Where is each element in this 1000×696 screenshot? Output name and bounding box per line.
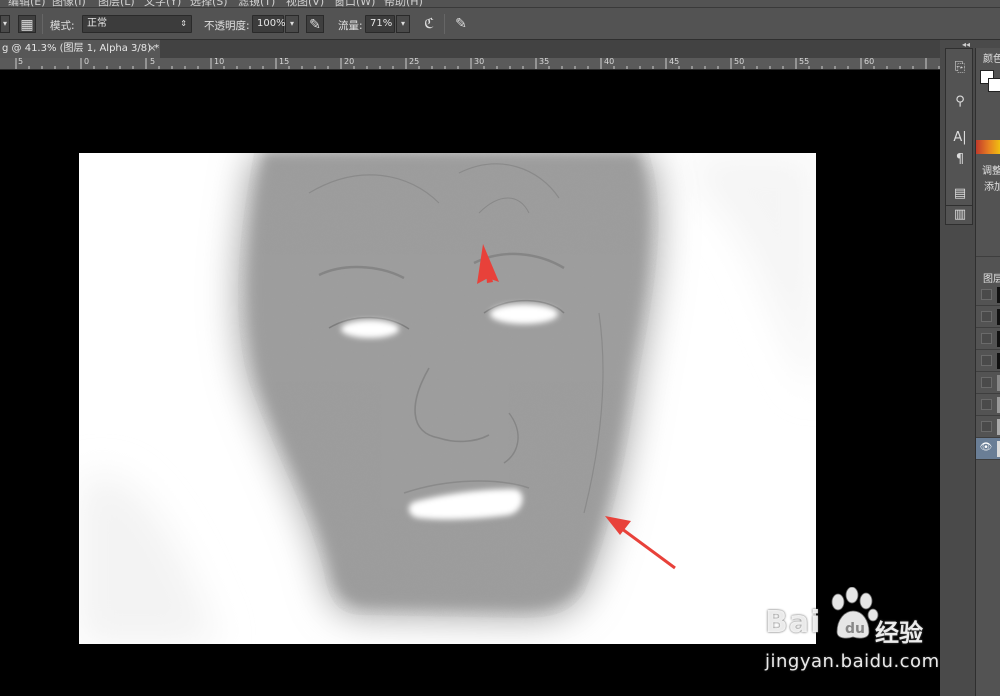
options-bar: ▾ ▦ 模式: 正常 ⇕ 不透明度: 100% ▾ ✎ 流量: 71% ▾ ℭ … [0,8,1000,40]
updown-icon: ⇕ [180,19,187,28]
visibility-toggle[interactable] [981,333,992,344]
close-tab-icon[interactable]: × [148,40,156,58]
background-color-swatch[interactable] [988,78,1000,92]
visibility-toggle[interactable] [981,399,992,410]
properties-icon[interactable]: ▤ [950,185,970,203]
flow-slider-button[interactable]: ▾ [396,15,410,33]
visibility-toggle[interactable] [981,421,992,432]
layer-row[interactable] [976,394,1000,416]
layer-row[interactable] [976,284,1000,306]
ruler-label: 5 [150,58,156,66]
ruler-label: 20 [344,58,355,66]
history-icon[interactable]: ⎘ [950,59,970,77]
flow-input[interactable]: 71% [365,15,395,33]
airbrush-icon[interactable]: ℭ [420,15,438,33]
ruler-label: 45 [669,58,680,66]
flow-value: 71% [370,18,393,29]
paragraph-icon[interactable]: ¶ [950,151,970,169]
color-panel-title: 颜色 [983,54,1000,65]
separator [444,14,445,34]
baidu-jingyan-watermark: du Bai 经验 jingyan.baidu.com [765,585,955,690]
menu-type[interactable]: 文字(Y) [144,0,181,7]
menu-help[interactable]: 帮助(H) [384,0,423,7]
layers-panel-title: 图层 [983,274,1000,285]
ruler-label: 25 [409,58,420,66]
pressure-opacity-icon[interactable]: ✎ [306,15,324,33]
menu-layer[interactable]: 图层(L) [98,0,135,7]
mode-value: 正常 [87,18,107,29]
menu-select[interactable]: 选择(S) [190,0,228,7]
panel-icon-column-lower: ▥ [945,205,973,225]
layers-panel: 图层 👁 [975,256,1000,696]
adjustments-add-label: 添加 [984,182,1000,193]
color-panel: 颜色 调整 添加 [975,48,1000,268]
separator [42,14,43,34]
opacity-slider-button[interactable]: ▾ [285,15,299,33]
brush-preset-icon[interactable]: ⚲ [950,93,970,111]
watermark-brand: Bai [765,605,822,640]
layers-header-spacer [976,256,1000,257]
visibility-toggle[interactable] [981,311,992,322]
ruler-label: 55 [799,58,810,66]
notes-icon[interactable]: ▥ [950,206,970,224]
tool-preset-dropdown[interactable]: ▾ [0,15,10,33]
opacity-value: 100% [257,18,286,29]
ruler-label: 40 [604,58,615,66]
menu-edit[interactable]: 编辑(E) [8,0,46,7]
ruler-label: 0 [84,58,90,66]
opacity-input[interactable]: 100% [252,15,286,33]
ruler-label: 50 [734,58,745,66]
character-icon[interactable]: A| [950,129,970,147]
menu-view[interactable]: 视图(V) [286,0,324,7]
watermark-brand-cn: 经验 [875,619,923,647]
ruler-label: 10 [214,58,225,66]
flow-label: 流量: [338,20,363,32]
visibility-toggle[interactable] [981,355,992,366]
mode-label: 模式: [50,20,75,32]
visibility-toggle[interactable] [981,377,992,388]
eye-icon[interactable]: 👁 [979,442,993,454]
svg-text:du: du [845,621,865,637]
layer-row[interactable] [976,328,1000,350]
opacity-label: 不透明度: [204,20,250,32]
document-tab-title: g @ 41.3% (图层 1, Alpha 3/8) * [2,43,160,54]
menu-bar: 编辑(E) 图像(I) 图层(L) 文字(Y) 选择(S) 滤镜(T) 视图(V… [0,0,1000,8]
layer-row-active[interactable]: 👁 [976,438,1000,460]
baidu-paw-logo: du [831,587,879,639]
layer-row[interactable] [976,372,1000,394]
alpha-channel-image [79,153,816,644]
mode-select[interactable]: 正常 ⇕ [82,15,192,33]
visibility-toggle[interactable] [981,289,992,300]
menu-image[interactable]: 图像(I) [52,0,86,7]
ruler-label: 15 [279,58,290,66]
brush-panel-icon[interactable]: ▦ [18,15,36,33]
color-ramp[interactable] [976,140,1000,154]
adjustments-panel-title: 调整 [982,166,1000,177]
ruler-label: 60 [864,58,875,66]
layer-row[interactable] [976,350,1000,372]
layer-row[interactable] [976,306,1000,328]
panel-icon-column: ⎘ ⚲ A| ¶ ▤ [945,48,973,208]
ruler-label: 35 [539,58,550,66]
watermark-url: jingyan.baidu.com [765,651,940,672]
document-canvas[interactable] [79,153,816,644]
horizontal-ruler: 5 0 5 10 15 20 25 30 35 40 45 50 55 60 [0,58,940,70]
document-tab[interactable]: g @ 41.3% (图层 1, Alpha 3/8) * × [0,40,160,58]
layer-row[interactable] [976,416,1000,438]
ruler-label: 30 [474,58,485,66]
ruler-label: 5 [18,58,24,66]
document-tab-strip: g @ 41.3% (图层 1, Alpha 3/8) * × [0,40,940,58]
menu-filter[interactable]: 滤镜(T) [238,0,275,7]
menu-window[interactable]: 窗口(W) [334,0,375,7]
pressure-size-icon[interactable]: ✎ [452,15,470,33]
